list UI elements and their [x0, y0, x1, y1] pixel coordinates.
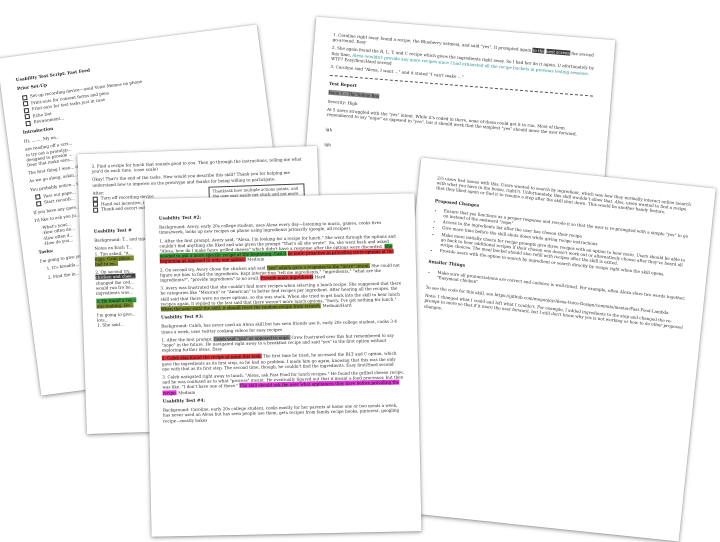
paragraph: 3. Avery was frustrated that she couldn'…	[160, 280, 402, 312]
paragraph: 2. Caleb also found the recipe at issue …	[161, 351, 397, 372]
document-page-proposed-changes: 2/5 users had issues with this. Users wa…	[384, 157, 716, 542]
document-page-usability-tests: Usability Test #2: Background: Avery, ea…	[144, 193, 422, 537]
paragraph: 3. Caleb navigated right away to lunch. …	[162, 369, 405, 396]
checkbox-icon	[25, 120, 31, 127]
paragraph: 1. After the first prompt, Caleb said "y…	[161, 332, 394, 353]
highlight: next screen	[545, 48, 571, 56]
paragraph: 2. On second try, Avery chose the chicke…	[159, 262, 400, 283]
highlight: Provide more ingredients	[260, 274, 314, 281]
paragraph: Background: Caroline, early 20s college …	[162, 402, 400, 424]
checkbox-icon	[22, 101, 29, 107]
highlight: to the	[532, 47, 545, 54]
paragraph: 1. After the first prompt, Avery said, "…	[159, 233, 396, 264]
checkbox-icon	[24, 114, 31, 120]
paragraph: Background: Avery, early 20s college stu…	[159, 220, 382, 235]
checkbox-icon	[23, 107, 30, 114]
checkbox-icon	[92, 196, 98, 202]
checkbox-icon	[21, 94, 28, 101]
checkbox-icon	[93, 207, 99, 213]
checkbox-icon	[35, 200, 42, 207]
checkbox-icon	[35, 194, 41, 200]
